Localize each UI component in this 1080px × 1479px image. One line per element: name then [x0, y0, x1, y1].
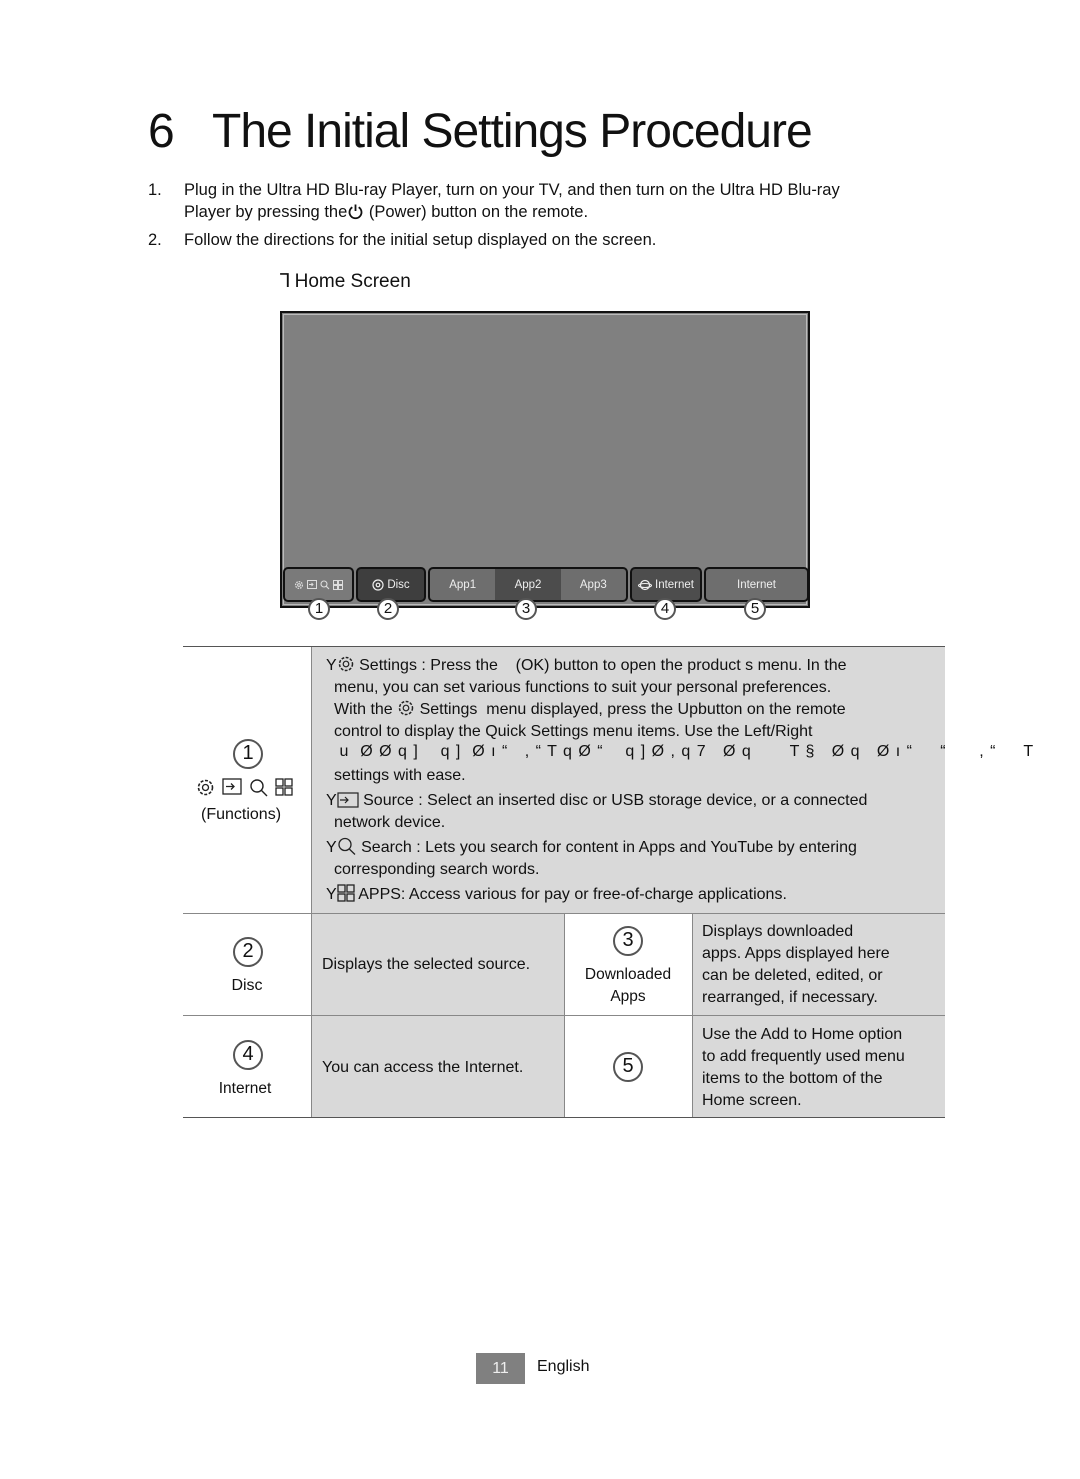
disc-tile[interactable]: Disc: [356, 567, 426, 602]
app-tile[interactable]: App1: [430, 569, 495, 600]
disc-label: Disc: [387, 578, 410, 591]
add-to-home-label: Internet: [737, 578, 776, 591]
section-label: Home Screen: [294, 271, 411, 292]
chapter-title: The Initial Settings Procedure: [212, 105, 813, 158]
downloaded-apps-label: Downloaded: [584, 966, 672, 983]
functions-icon-row: [196, 778, 293, 802]
app-tile[interactable]: App2: [495, 569, 561, 600]
search-desc-text: Search : Lets you search for content in …: [361, 839, 857, 856]
bullet-glyph: Y: [326, 792, 337, 809]
settings-desc-text: Settings : Press the (OK) button to open…: [359, 657, 847, 674]
addhome-desc-line: to add frequently used menu: [702, 1048, 905, 1065]
internet-badge: 4: [233, 1040, 263, 1070]
settings-desc-garbled-line: u Ø Ø q ] q ] Ø ı “ , “ T q Ø “ q ] Ø , …: [334, 743, 1035, 760]
internet-tile[interactable]: Internet: [630, 567, 702, 602]
add-to-home-tile[interactable]: Internet: [704, 567, 809, 602]
apps-desc-line: Displays downloaded: [702, 923, 854, 940]
table-bottom-border: [183, 1117, 945, 1118]
source-icon: [222, 778, 242, 802]
language-label: English: [537, 1358, 590, 1375]
apps-desc-line: Y APPS: Access various for pay or free-o…: [326, 884, 787, 909]
settings-desc-text: Settings menu displayed, press the Upbut…: [419, 701, 846, 718]
internet-desc: You can access the Internet.: [322, 1059, 524, 1076]
internet-label: Internet: [655, 578, 694, 591]
home-screen-illustration: [280, 311, 810, 608]
bullet-glyph: Y: [326, 886, 337, 903]
step-text-line2: Player by pressing the (Power) button on…: [184, 201, 588, 223]
apps-icon: [337, 884, 355, 909]
apps-desc-text: APPS: Access various for pay or free-of-…: [358, 886, 787, 903]
callout-badge: 3: [515, 598, 537, 620]
step-text: (Power) button on the remote.: [364, 203, 589, 221]
functions-label: (Functions): [201, 806, 282, 823]
source-icon: [307, 580, 317, 589]
disc-icon: [372, 578, 384, 591]
internet-icon: [638, 579, 652, 591]
addhome-desc-line: items to the bottom of the: [702, 1070, 883, 1087]
chapter-number: 6: [148, 105, 175, 158]
addhome-desc-line: Use the Add to Home option: [702, 1026, 903, 1043]
add-home-badge: 5: [613, 1052, 643, 1082]
table-col-divider: [311, 647, 312, 1117]
settings-icon: [294, 580, 304, 590]
disc-desc: Displays the selected source.: [322, 956, 531, 973]
functions-tile[interactable]: [283, 567, 354, 602]
bullet-glyph: Y: [326, 839, 337, 856]
apps-badge: 3: [613, 926, 643, 956]
section-heading: Ꞁ Home Screen: [280, 270, 411, 293]
settings-desc-line: settings with ease.: [334, 767, 466, 784]
table-top-border: [183, 646, 945, 647]
source-desc-line: network device.: [334, 814, 446, 831]
settings-desc-line: control to display the Quick Settings me…: [334, 723, 813, 740]
source-desc-text: Source : Select an inserted disc or USB …: [363, 792, 868, 809]
screen-inner-border: [283, 314, 807, 605]
step-number: 1.: [148, 181, 162, 199]
callout-badge: 5: [744, 598, 766, 620]
search-icon: [320, 579, 330, 590]
bullet-glyph: Y: [326, 657, 337, 674]
page-number: 11: [476, 1353, 525, 1384]
power-icon: [347, 203, 364, 220]
internet-label: Internet: [218, 1080, 272, 1097]
step-text-line1: Follow the directions for the initial se…: [184, 231, 657, 249]
search-desc-line: corresponding search words.: [334, 861, 540, 878]
step-text: Player by pressing the: [184, 203, 348, 221]
apps-desc-line: can be deleted, edited, or: [702, 967, 883, 984]
settings-desc-text: With the: [334, 701, 393, 718]
disc-label: Disc: [231, 977, 263, 994]
app-tile[interactable]: App3: [561, 569, 626, 600]
page-title: 6 The Initial Settings Procedure: [148, 104, 813, 159]
disc-badge: 2: [233, 937, 263, 967]
section-glyph: Ꞁ: [280, 271, 291, 292]
addhome-desc-line: Home screen.: [702, 1092, 802, 1109]
apps-desc-line: rearranged, if necessary.: [702, 989, 878, 1006]
downloaded-apps-tile: App1 App2 App3: [428, 567, 628, 602]
downloaded-apps-label: Apps: [610, 988, 646, 1005]
settings-icon: [196, 778, 215, 802]
table-col-divider: [692, 914, 693, 1117]
table-col-divider: [564, 914, 565, 1117]
callout-badge: 1: [308, 598, 330, 620]
callout-badge: 2: [377, 598, 399, 620]
step-text-line1: Plug in the Ultra HD Blu-ray Player, tur…: [184, 181, 840, 199]
functions-badge: 1: [233, 739, 263, 769]
search-icon: [249, 778, 268, 802]
callout-badge: 4: [654, 598, 676, 620]
settings-desc-line: menu, you can set various functions to s…: [334, 679, 832, 696]
apps-icon: [275, 778, 293, 802]
apps-icon: [333, 579, 343, 590]
step-number: 2.: [148, 231, 162, 249]
apps-desc-line: apps. Apps displayed here: [702, 945, 890, 962]
